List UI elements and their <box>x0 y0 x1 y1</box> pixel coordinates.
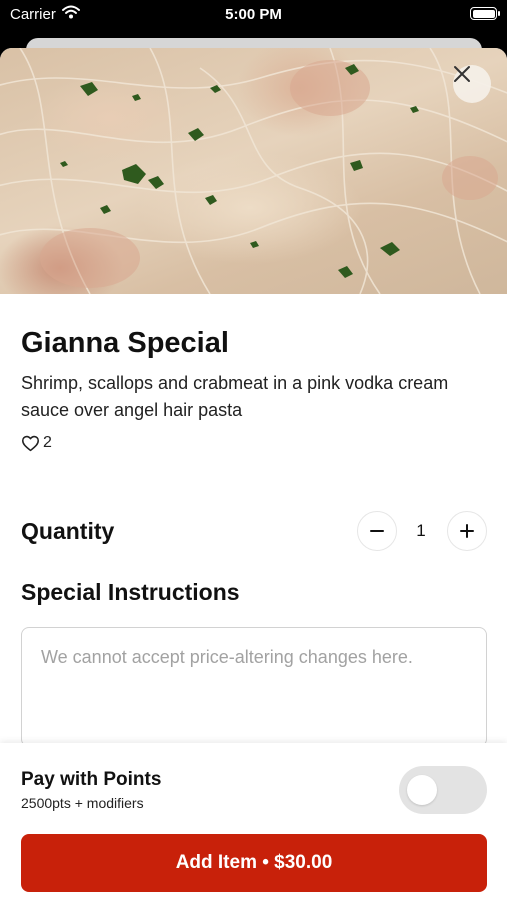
pay-with-points-label: Pay with Points <box>21 769 162 790</box>
pay-with-points-toggle[interactable] <box>399 766 487 814</box>
toggle-knob <box>407 775 437 805</box>
special-instructions-input[interactable] <box>21 627 487 747</box>
likes[interactable]: 2 <box>21 434 52 452</box>
add-item-button[interactable]: Add Item • $30.00 <box>21 834 487 892</box>
close-icon <box>454 66 470 82</box>
pasta-illustration <box>0 48 507 294</box>
status-bar: Carrier 5:00 PM <box>0 0 507 30</box>
close-button[interactable] <box>453 65 491 103</box>
quantity-increase-button[interactable] <box>447 511 487 551</box>
points-cost-label: 2500pts + modifiers <box>21 795 144 811</box>
status-time: 5:00 PM <box>225 6 282 23</box>
item-detail-sheet: Gianna Special Shrimp, scallops and crab… <box>0 48 507 900</box>
heart-icon <box>22 435 39 451</box>
quantity-value: 1 <box>416 521 426 540</box>
item-description: Shrimp, scallops and crabmeat in a pink … <box>21 373 449 420</box>
likes-count: 2 <box>43 434 52 451</box>
minus-icon <box>370 530 384 532</box>
special-instructions-label: Special Instructions <box>21 579 240 605</box>
plus-icon <box>460 524 474 538</box>
quantity-label: Quantity <box>21 518 115 544</box>
item-title: Gianna Special <box>21 327 229 359</box>
battery-icon <box>470 7 500 20</box>
item-photo <box>0 48 507 294</box>
quantity-decrease-button[interactable] <box>357 511 397 551</box>
checkout-footer: Pay with Points 2500pts + modifiers Add … <box>0 743 507 900</box>
